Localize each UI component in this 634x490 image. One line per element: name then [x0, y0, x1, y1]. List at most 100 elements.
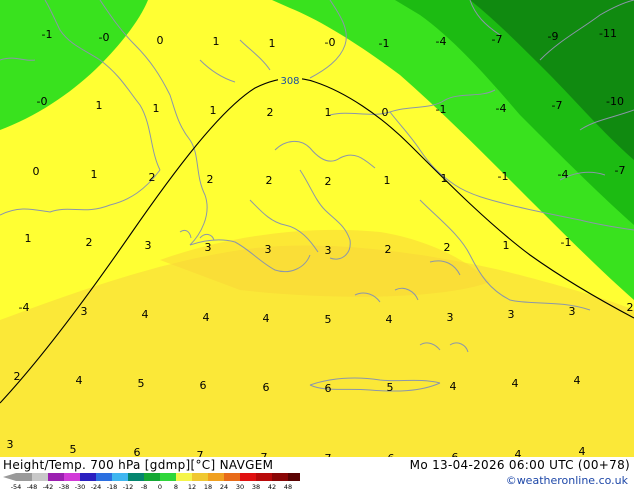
temperature-value: 3 [205, 241, 212, 254]
temperature-value: 4 [450, 380, 457, 393]
temperature-value: 4 [263, 312, 270, 325]
legend-tick: 30 [236, 483, 244, 490]
legend-swatch [224, 473, 240, 481]
legend-tick: -30 [75, 483, 86, 490]
legend-tick: 48 [284, 483, 292, 490]
legend-tick: -8 [141, 483, 147, 490]
temperature-value: -0 [99, 31, 110, 44]
legend-swatch [192, 473, 208, 481]
temperature-value: -4 [436, 35, 447, 48]
temperature-value: 1 [91, 168, 98, 181]
temperature-value: 4 [142, 308, 149, 321]
temperature-value: 0 [157, 34, 164, 47]
temperature-value: 1 [210, 104, 217, 117]
legend-tick: 12 [188, 483, 196, 490]
temperature-value: 4 [515, 448, 522, 457]
legend-swatch [64, 473, 80, 481]
legend-tick: 38 [252, 483, 260, 490]
color-scale-legend: -54 -48 -42 -38 -30 -24 -18 -12 -8 0 8 12 18 24 30 38 42… [3, 473, 300, 490]
temperature-value: 3 [325, 244, 332, 257]
temperature-value: 3 [7, 438, 14, 451]
legend-swatch [288, 473, 300, 481]
temperature-value: 1 [96, 99, 103, 112]
temperature-value: 6 [263, 381, 270, 394]
footer: Height/Temp. 700 hPa [gdmp][°C] NAVGEM M… [0, 457, 634, 490]
temperature-value: 3 [265, 243, 272, 256]
temperature-value: 1 [325, 106, 332, 119]
legend-tick: 18 [204, 483, 212, 490]
temperature-value: 0 [33, 165, 40, 178]
legend-tick: 42 [268, 483, 276, 490]
credit-link[interactable]: ©weatheronline.co.uk [506, 474, 628, 487]
temperature-value: -7 [492, 33, 503, 46]
temperature-value: -0 [325, 36, 336, 49]
legend-tick: -38 [59, 483, 70, 490]
temperature-value: 6 [325, 382, 332, 395]
legend-swatch [128, 473, 144, 481]
temperature-value: 5 [138, 377, 145, 390]
legend-tick: -54 [11, 483, 22, 490]
temperature-value: 2 [86, 236, 93, 249]
map-canvas: 308 -1 -0 0 1 1 -0 -1 -4 -7 -9 -11 -0 1 1 1 2 1 0 -1 -4 -7 -1… [0, 0, 634, 457]
temperature-value: -4 [558, 168, 569, 181]
temperature-value: -11 [599, 27, 617, 40]
legend-tick: 24 [220, 483, 228, 490]
temperature-value: -4 [19, 301, 30, 314]
legend-swatch [80, 473, 96, 481]
legend-tick: -48 [27, 483, 38, 490]
legend-tick: 0 [158, 483, 162, 490]
temperature-value: 1 [441, 172, 448, 185]
temperature-value: 4 [76, 374, 83, 387]
isohypse-label: 308 [280, 76, 299, 87]
temperature-value: 2 [149, 171, 156, 184]
temperature-value: 4 [579, 445, 586, 457]
map-title: Height/Temp. 700 hPa [gdmp][°C] NAVGEM [3, 458, 274, 472]
legend-tick: -42 [43, 483, 54, 490]
temperature-value: -7 [615, 164, 626, 177]
temperature-value: -1 [379, 37, 390, 50]
temperature-value: 4 [386, 313, 393, 326]
legend-swatch [256, 473, 272, 481]
temperature-value: -0 [37, 95, 48, 108]
legend-swatch [32, 473, 48, 481]
temperature-value: 5 [325, 313, 332, 326]
temperature-value: 3 [81, 305, 88, 318]
legend-tick: -12 [123, 483, 134, 490]
temperature-value: 2 [14, 370, 21, 383]
temperature-value: 4 [512, 377, 519, 390]
temperature-value: -9 [548, 30, 559, 43]
temperature-value: 6 [200, 379, 207, 392]
legend-swatch [272, 473, 288, 481]
temperature-value: 3 [569, 305, 576, 318]
legend-swatch [16, 473, 32, 481]
legend-swatch [112, 473, 128, 481]
valid-time: Mo 13-04-2026 06:00 UTC (00+78) [409, 458, 630, 472]
temperature-value: -4 [496, 102, 507, 115]
temperature-value: -1 [561, 236, 572, 249]
temperature-value: 4 [574, 374, 581, 387]
temperature-value: 1 [503, 239, 510, 252]
temperature-value: 1 [269, 37, 276, 50]
legend-swatch [160, 473, 176, 481]
temperature-value: 7 [197, 449, 204, 457]
temperature-value: 5 [387, 381, 394, 394]
temperature-value: 1 [25, 232, 32, 245]
temperature-value: 4 [203, 311, 210, 324]
temperature-value: 5 [70, 443, 77, 456]
weather-map: 308 -1 -0 0 1 1 -0 -1 -4 -7 -9 -11 -0 1 1 1 2 1 0 -1 -4 -7 -1… [0, 0, 634, 457]
temperature-value: -1 [436, 103, 447, 116]
legend-swatch [144, 473, 160, 481]
legend-tick: -24 [91, 483, 102, 490]
temperature-value: -7 [552, 99, 563, 112]
legend-swatch [48, 473, 64, 481]
temperature-value: 3 [508, 308, 515, 321]
legend-swatch [208, 473, 224, 481]
temperature-value: 2 [444, 241, 451, 254]
legend-tick: -18 [107, 483, 118, 490]
temperature-value: 6 [134, 446, 141, 457]
temperature-value: 3 [145, 239, 152, 252]
temperature-value: -10 [606, 95, 624, 108]
legend-arrow-low [3, 473, 16, 481]
legend-swatch [240, 473, 256, 481]
temperature-value: 2 [267, 106, 274, 119]
